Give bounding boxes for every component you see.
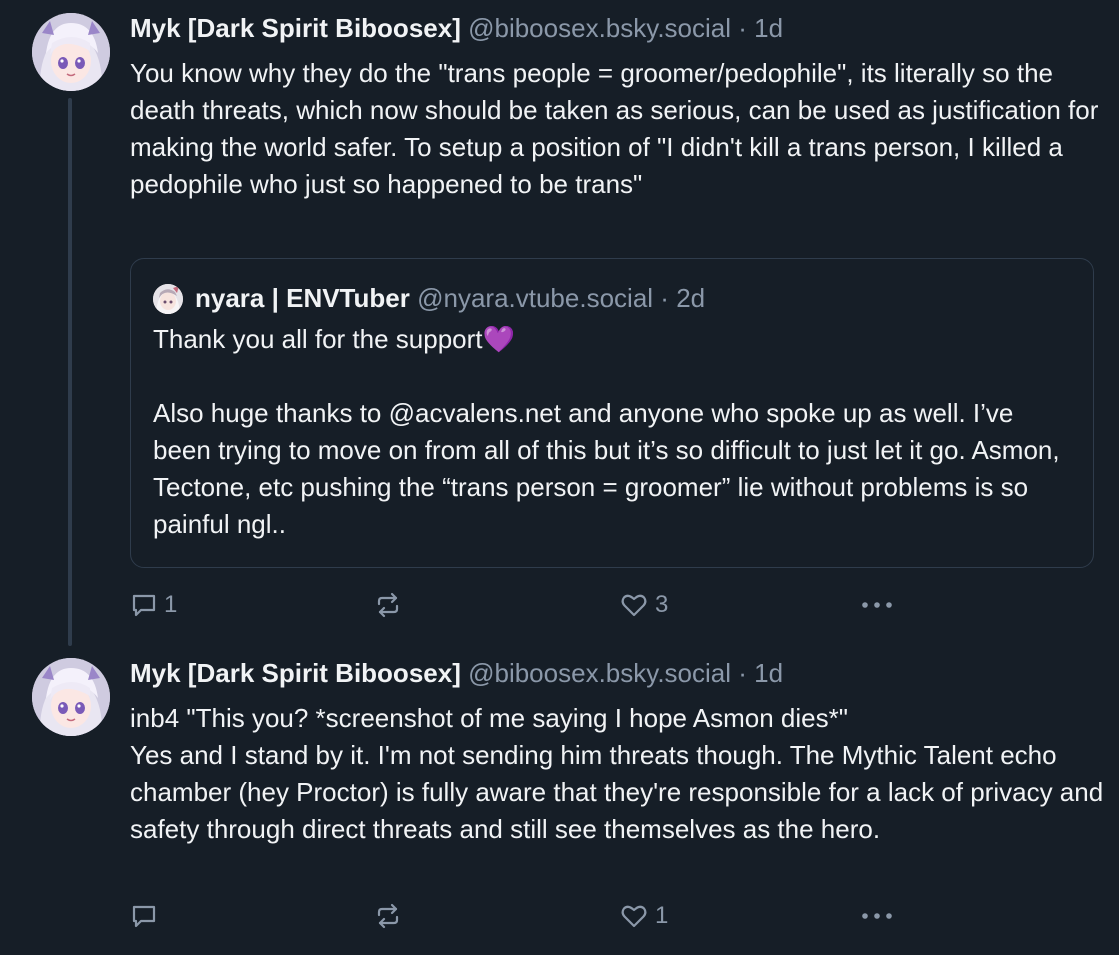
meta-separator: · <box>738 658 747 688</box>
repost-arrows-icon <box>373 901 403 931</box>
quoted-text-rest: Also huge thanks to @acvalens.net and an… <box>153 398 1067 539</box>
repost-button[interactable] <box>373 898 403 934</box>
quoted-author-name[interactable]: nyara | ENVTuber <box>195 283 410 313</box>
author-handle[interactable]: @biboosex.bsky.social <box>468 658 731 688</box>
like-button[interactable]: 1 <box>619 898 668 934</box>
reply-bubble-icon <box>130 902 158 930</box>
feed-thread: Myk [Dark Spirit Biboosex] @biboosex.bsk… <box>0 0 1119 955</box>
like-count: 1 <box>655 902 669 929</box>
author-name[interactable]: Myk [Dark Spirit Biboosex] <box>130 658 461 688</box>
quoted-post-timestamp[interactable]: 2d <box>676 283 705 313</box>
reply-button[interactable] <box>130 898 164 934</box>
post-header: Myk [Dark Spirit Biboosex] @biboosex.bsk… <box>130 12 783 44</box>
quoted-post[interactable]: nyara | ENVTuber @nyara.vtube.social · 2… <box>130 258 1094 568</box>
quoted-text-line1: Thank you all for the support <box>153 324 483 354</box>
post[interactable]: Myk [Dark Spirit Biboosex] @biboosex.bsk… <box>0 645 1119 955</box>
purple-heart-emoji: 💜 <box>482 324 515 354</box>
author-handle[interactable]: @biboosex.bsky.social <box>468 13 731 43</box>
post-header: Myk [Dark Spirit Biboosex] @biboosex.bsk… <box>130 657 783 689</box>
quoted-author-avatar <box>153 284 183 314</box>
post-timestamp[interactable]: 1d <box>754 658 783 688</box>
author-name[interactable]: Myk [Dark Spirit Biboosex] <box>130 13 461 43</box>
author-avatar[interactable] <box>32 13 110 91</box>
more-options-button[interactable] <box>860 898 894 934</box>
post[interactable]: Myk [Dark Spirit Biboosex] @biboosex.bsk… <box>0 0 1119 646</box>
reply-bubble-icon <box>130 591 158 619</box>
author-avatar[interactable] <box>32 658 110 736</box>
post-text: inb4 "This you? *screenshot of me saying… <box>130 703 1104 844</box>
meta-separator: · <box>660 283 669 313</box>
post-actions: 1 3 <box>130 587 1070 623</box>
like-button[interactable]: 3 <box>619 587 668 623</box>
more-dots-icon <box>860 911 894 921</box>
post-text: You know why they do the "trans people =… <box>130 58 1106 199</box>
repost-button[interactable] <box>373 587 403 623</box>
heart-outline-icon <box>619 590 649 620</box>
post-actions: 1 <box>130 898 1070 934</box>
thread-connector-line <box>68 98 72 646</box>
quoted-post-header: nyara | ENVTuber @nyara.vtube.social · 2… <box>195 281 705 315</box>
heart-outline-icon <box>619 901 649 931</box>
reply-button[interactable]: 1 <box>130 587 177 623</box>
repost-arrows-icon <box>373 590 403 620</box>
more-dots-icon <box>860 600 894 610</box>
quoted-author-handle[interactable]: @nyara.vtube.social <box>417 283 653 313</box>
reply-count: 1 <box>164 591 178 618</box>
post-timestamp[interactable]: 1d <box>754 13 783 43</box>
more-options-button[interactable] <box>860 587 894 623</box>
meta-separator: · <box>738 13 747 43</box>
quoted-post-text: Thank you all for the support💜 Also huge… <box>153 321 1068 543</box>
like-count: 3 <box>655 591 669 618</box>
